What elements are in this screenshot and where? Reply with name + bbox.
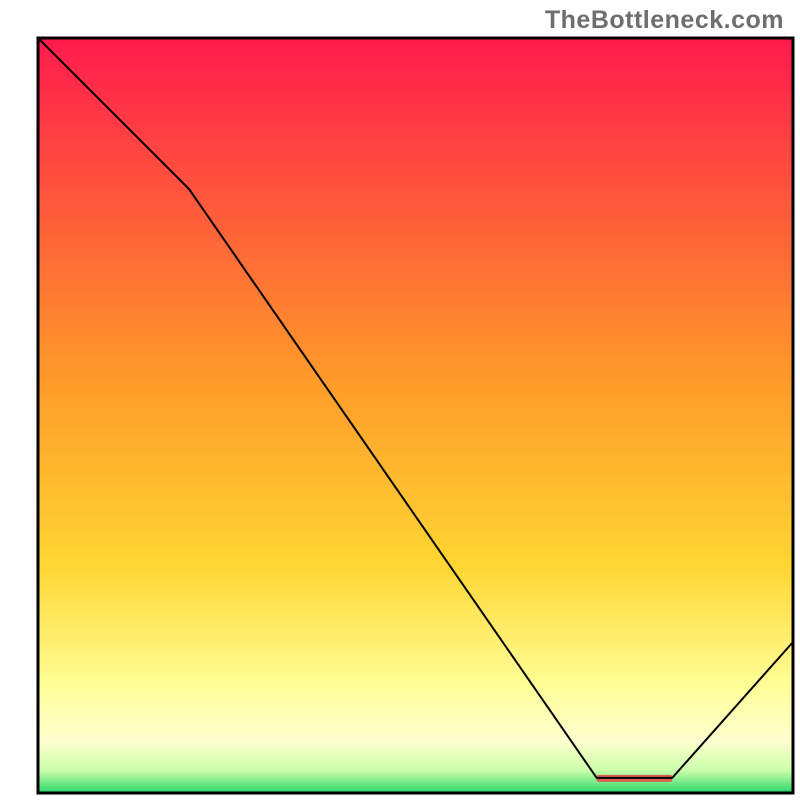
chart-container: TheBottleneck.com xyxy=(0,0,800,800)
watermark-text: TheBottleneck.com xyxy=(545,6,784,35)
bottleneck-chart xyxy=(0,0,800,800)
